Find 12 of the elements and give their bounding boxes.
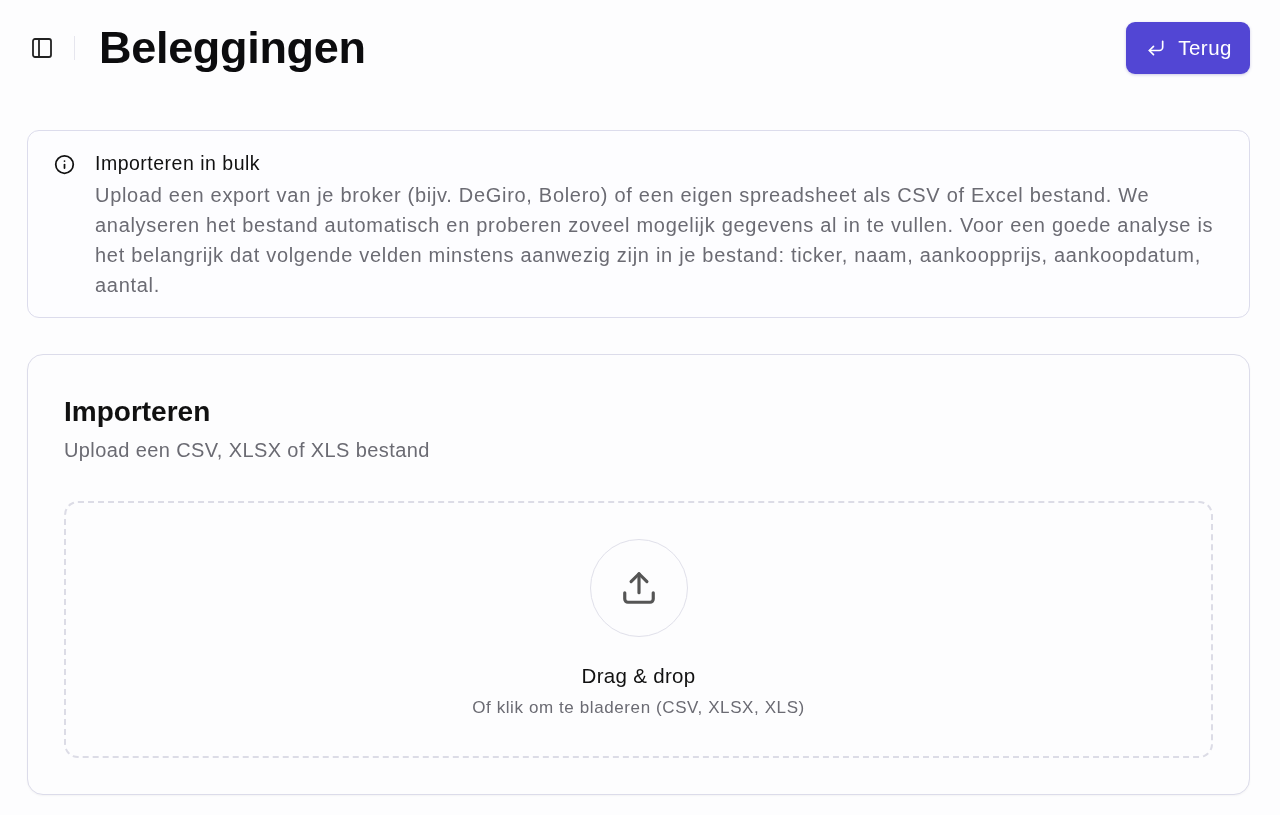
drop-title: Drag & drop [581, 663, 696, 689]
notice-title: Importeren in bulk [95, 151, 262, 176]
page-title: Beleggingen [99, 22, 367, 74]
panel-left-icon [30, 36, 54, 60]
back-button[interactable]: Terug [1126, 22, 1250, 74]
card-subtitle: Upload een CSV, XLSX of XLS bestand [64, 438, 431, 463]
drop-hint: Of klik om te bladeren (CSV, XLSX, XLS) [472, 697, 805, 719]
notice-text: Upload een export van je broker (bijv. DeGiro, Bolero) of een eigen spreadsheet als CSV of Excel bestand. We analyseren het bestand automatisch en proberen zoveel mogelijk gegevens al in te vullen. Voor een goede analyse is het belangrijk dat volgende velden minstens aanwezig zijn in je bestand: ticker, naam, aankoopprijs, aankoopdatum, aantal. [95, 183, 1215, 298]
info-icon [54, 154, 75, 175]
file-drop-zone[interactable]: Drag & drop Of klik om te bladeren (CSV, XLSX, XLS) [64, 501, 1213, 758]
card-title: Importeren [64, 395, 212, 429]
return-arrow-icon [1146, 38, 1167, 58]
